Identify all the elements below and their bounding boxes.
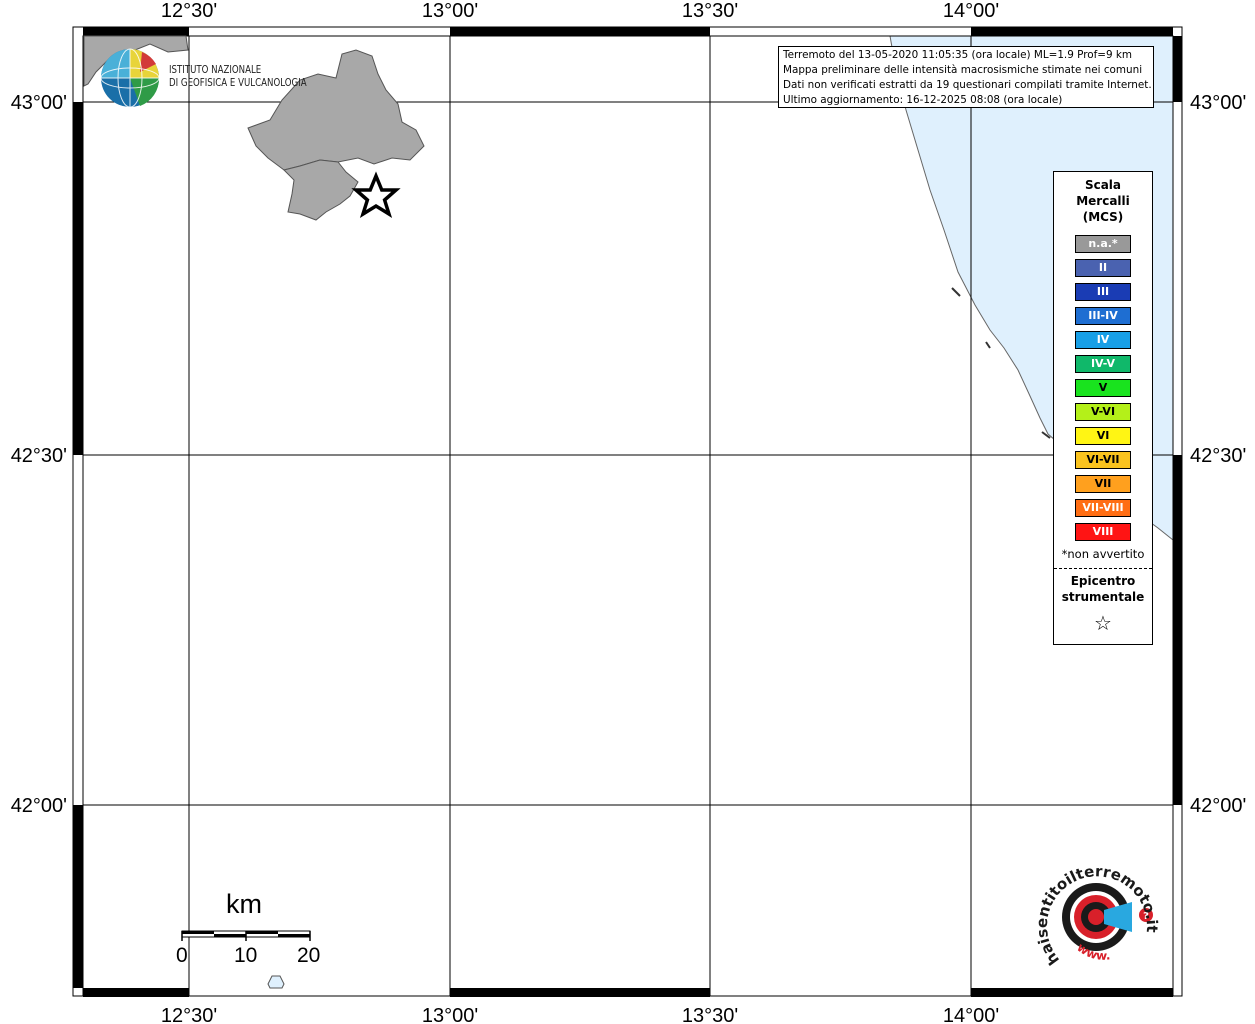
right-axis-label: 42°00' xyxy=(1190,795,1246,817)
scale-bar xyxy=(181,930,311,941)
legend-item: VII xyxy=(1075,475,1131,493)
top-axis-label: 12°30' xyxy=(161,0,217,22)
coast-mark xyxy=(985,341,991,349)
legend-item: III-IV xyxy=(1075,307,1131,325)
top-axis-label: 13°00' xyxy=(422,0,478,22)
scale-bar-label: 20 xyxy=(297,944,321,967)
bottom-axis-label: 13°30' xyxy=(682,1005,738,1024)
legend-item: VIII xyxy=(1075,523,1131,541)
coast-mark xyxy=(951,287,961,297)
legend-separator xyxy=(1054,568,1152,569)
haisentito-logo-icon: ? haisentitoilterremoto.it www. xyxy=(1033,862,1161,968)
left-axis-label: 42°30' xyxy=(11,445,67,467)
legend-item: VI-VII xyxy=(1075,451,1131,469)
legend-item: IV xyxy=(1075,331,1131,349)
scale-bar-title: km xyxy=(226,889,262,919)
small-lake xyxy=(267,975,285,989)
info-line-data: Dati non verificati estratti da 19 quest… xyxy=(783,79,1152,91)
ingv-logo-icon xyxy=(100,48,160,108)
legend-item: VI xyxy=(1075,427,1131,445)
legend-title-line: (MCS) xyxy=(1082,210,1124,224)
right-axis-label: 43°00' xyxy=(1190,92,1246,114)
scale-bar-label: 0 xyxy=(176,944,188,967)
legend-title-line: Scala xyxy=(1084,178,1122,192)
intensity-legend: Scala Mercalli (MCS) n.a.* II III III-IV IV I… xyxy=(1053,171,1153,645)
bottom-axis-label: 12°30' xyxy=(161,1005,217,1024)
legend-epicenter-label: Epicentro strumentale xyxy=(1054,573,1152,605)
legend-item: n.a.* xyxy=(1075,235,1131,253)
info-line-event: Terremoto del 13-05-2020 11:05:35 (ora l… xyxy=(783,49,1133,61)
top-axis-label: 14°00' xyxy=(943,0,999,22)
info-line-map: Mappa preliminare delle intensità macros… xyxy=(783,64,1143,76)
top-axis-label: 13°30' xyxy=(682,0,738,22)
scale-bar-label: 10 xyxy=(234,944,258,967)
legend-item: V xyxy=(1075,379,1131,397)
legend-items: n.a.* II III III-IV IV IV-V V V-VI VI VI-VII VII VI… xyxy=(1054,235,1152,541)
earthquake-info-box: Terremoto del 13-05-2020 11:05:35 (ora l… xyxy=(778,46,1154,108)
bottom-axis-label: 14°00' xyxy=(943,1005,999,1024)
legend-item: VII-VIII xyxy=(1075,499,1131,517)
municipality-south xyxy=(283,159,359,221)
legend-note: *non avvertito xyxy=(1061,547,1145,561)
info-line-updated: Ultimo aggiornamento: 16-12-2025 08:08 (… xyxy=(783,94,1063,106)
institute-name: ISTITUTO NAZIONALE DI GEOFISICA E VULCAN… xyxy=(169,64,307,90)
legend-star-icon: ☆ xyxy=(1094,611,1112,635)
left-axis-label: 43°00' xyxy=(11,92,67,114)
left-axis-label: 42°00' xyxy=(11,795,67,817)
legend-item: V-VI xyxy=(1075,403,1131,421)
institute-line1: ISTITUTO NAZIONALE xyxy=(169,64,262,76)
legend-item: II xyxy=(1075,259,1131,277)
institute-line2: DI GEOFISICA E VULCANOLOGIA xyxy=(169,77,307,89)
legend-title: Scala Mercalli (MCS) xyxy=(1054,177,1152,225)
legend-epicenter-line: Epicentro xyxy=(1070,574,1136,588)
bottom-axis-label: 13°00' xyxy=(422,1005,478,1024)
right-axis-label: 42°30' xyxy=(1190,445,1246,467)
legend-item: IV-V xyxy=(1075,355,1131,373)
epicenter-star-icon xyxy=(351,171,401,218)
legend-item: III xyxy=(1075,283,1131,301)
legend-title-line: Mercalli xyxy=(1076,194,1130,208)
legend-epicenter-line: strumentale xyxy=(1061,590,1145,604)
